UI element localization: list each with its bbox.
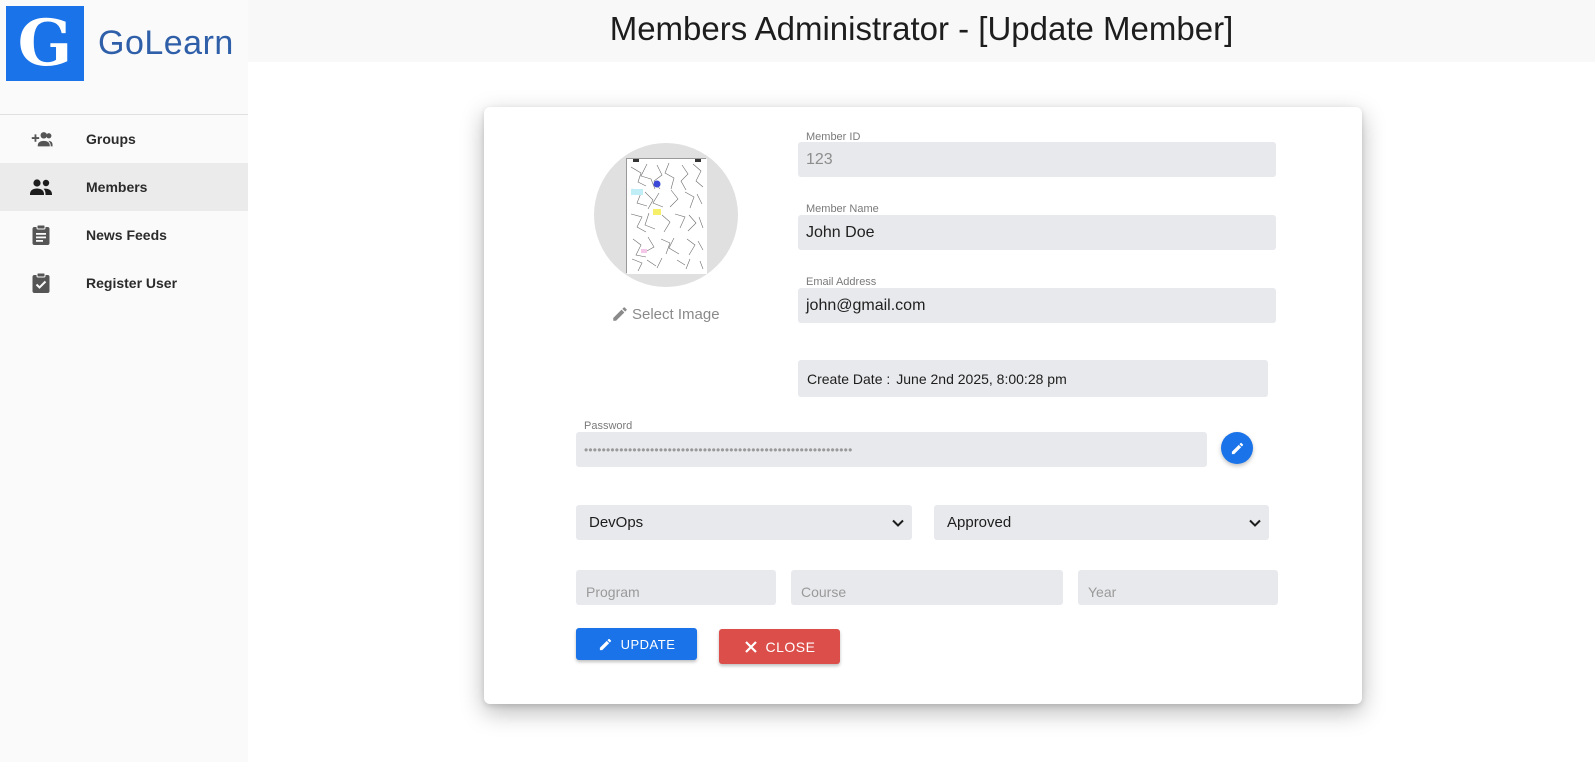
clipboard-icon <box>29 223 53 247</box>
program-placeholder: Program <box>586 583 640 600</box>
avatar[interactable] <box>594 143 738 287</box>
password-label: Password <box>584 420 633 432</box>
avatar-image <box>626 158 707 274</box>
email-value: john@gmail.com <box>806 296 926 314</box>
email-label: Email Address <box>806 276 877 288</box>
member-name-value: John Doe <box>806 223 875 241</box>
create-date: Create Date : June 2nd 2025, 8:00:28 pm <box>798 360 1268 397</box>
sidebar-item-label: Register User <box>86 275 178 291</box>
logo[interactable]: G GoLearn <box>6 6 234 81</box>
group-add-icon <box>29 127 53 151</box>
sidebar-item-label: Members <box>86 179 148 195</box>
course-field[interactable]: Course <box>791 570 1063 605</box>
group-select-value: DevOps <box>589 514 644 531</box>
status-select-value: Approved <box>947 514 1012 531</box>
email-field[interactable]: john@gmail.com <box>798 288 1276 323</box>
password-value: ••••••••••••••••••••••••••••••••••••••••… <box>584 442 853 457</box>
member-id-value: 123 <box>806 150 833 168</box>
sidebar-item-label: News Feeds <box>86 227 167 243</box>
group-select[interactable]: DevOps <box>576 505 912 540</box>
logo-letter: G <box>17 5 73 81</box>
close-button-label: CLOSE <box>765 638 816 655</box>
program-field[interactable]: Program <box>576 570 776 605</box>
update-button-label: UPDATE <box>620 636 676 652</box>
year-field[interactable]: Year <box>1078 570 1278 605</box>
select-image-button[interactable]: Select Image <box>611 305 720 323</box>
sidebar-item-news-feeds[interactable]: News Feeds <box>0 211 248 259</box>
status-select[interactable]: Approved <box>934 505 1269 540</box>
app: G GoLearn Groups Members News Feeds Regi… <box>0 0 1595 762</box>
sidebar-item-register-user[interactable]: Register User <box>0 259 248 307</box>
chevron-down-icon <box>1249 519 1261 527</box>
people-icon <box>29 175 53 199</box>
sidebar-item-label: Groups <box>86 131 136 147</box>
member-id-field[interactable]: 123 <box>798 142 1276 177</box>
edit-password-button[interactable] <box>1221 432 1253 464</box>
sidebar-nav: Groups Members News Feeds Register User <box>0 115 248 307</box>
member-name-label: Member Name <box>806 203 879 215</box>
year-placeholder: Year <box>1088 583 1117 600</box>
create-date-value: June 2nd 2025, 8:00:28 pm <box>896 370 1067 387</box>
sidebar-item-groups[interactable]: Groups <box>0 115 248 163</box>
password-field[interactable]: ••••••••••••••••••••••••••••••••••••••••… <box>576 432 1207 467</box>
pencil-icon <box>1231 442 1243 454</box>
clipboard-check-icon <box>29 271 53 295</box>
logo-mark: G <box>6 6 84 81</box>
close-button[interactable]: CLOSE <box>719 629 840 664</box>
logo-text: GoLearn <box>98 24 234 62</box>
chevron-down-icon <box>892 519 904 527</box>
pencil-icon <box>599 638 611 650</box>
close-icon <box>744 640 757 653</box>
course-placeholder: Course <box>801 583 847 600</box>
sidebar-item-members[interactable]: Members <box>0 163 248 211</box>
member-name-field[interactable]: John Doe <box>798 215 1276 250</box>
select-image-label: Select Image <box>632 305 720 323</box>
pencil-icon <box>613 307 627 321</box>
page-title: Members Administrator - [Update Member] <box>609 10 1234 47</box>
update-button[interactable]: UPDATE <box>576 628 697 660</box>
sidebar: G GoLearn Groups Members News Feeds Regi… <box>0 0 248 762</box>
create-date-label: Create Date : <box>807 370 891 387</box>
